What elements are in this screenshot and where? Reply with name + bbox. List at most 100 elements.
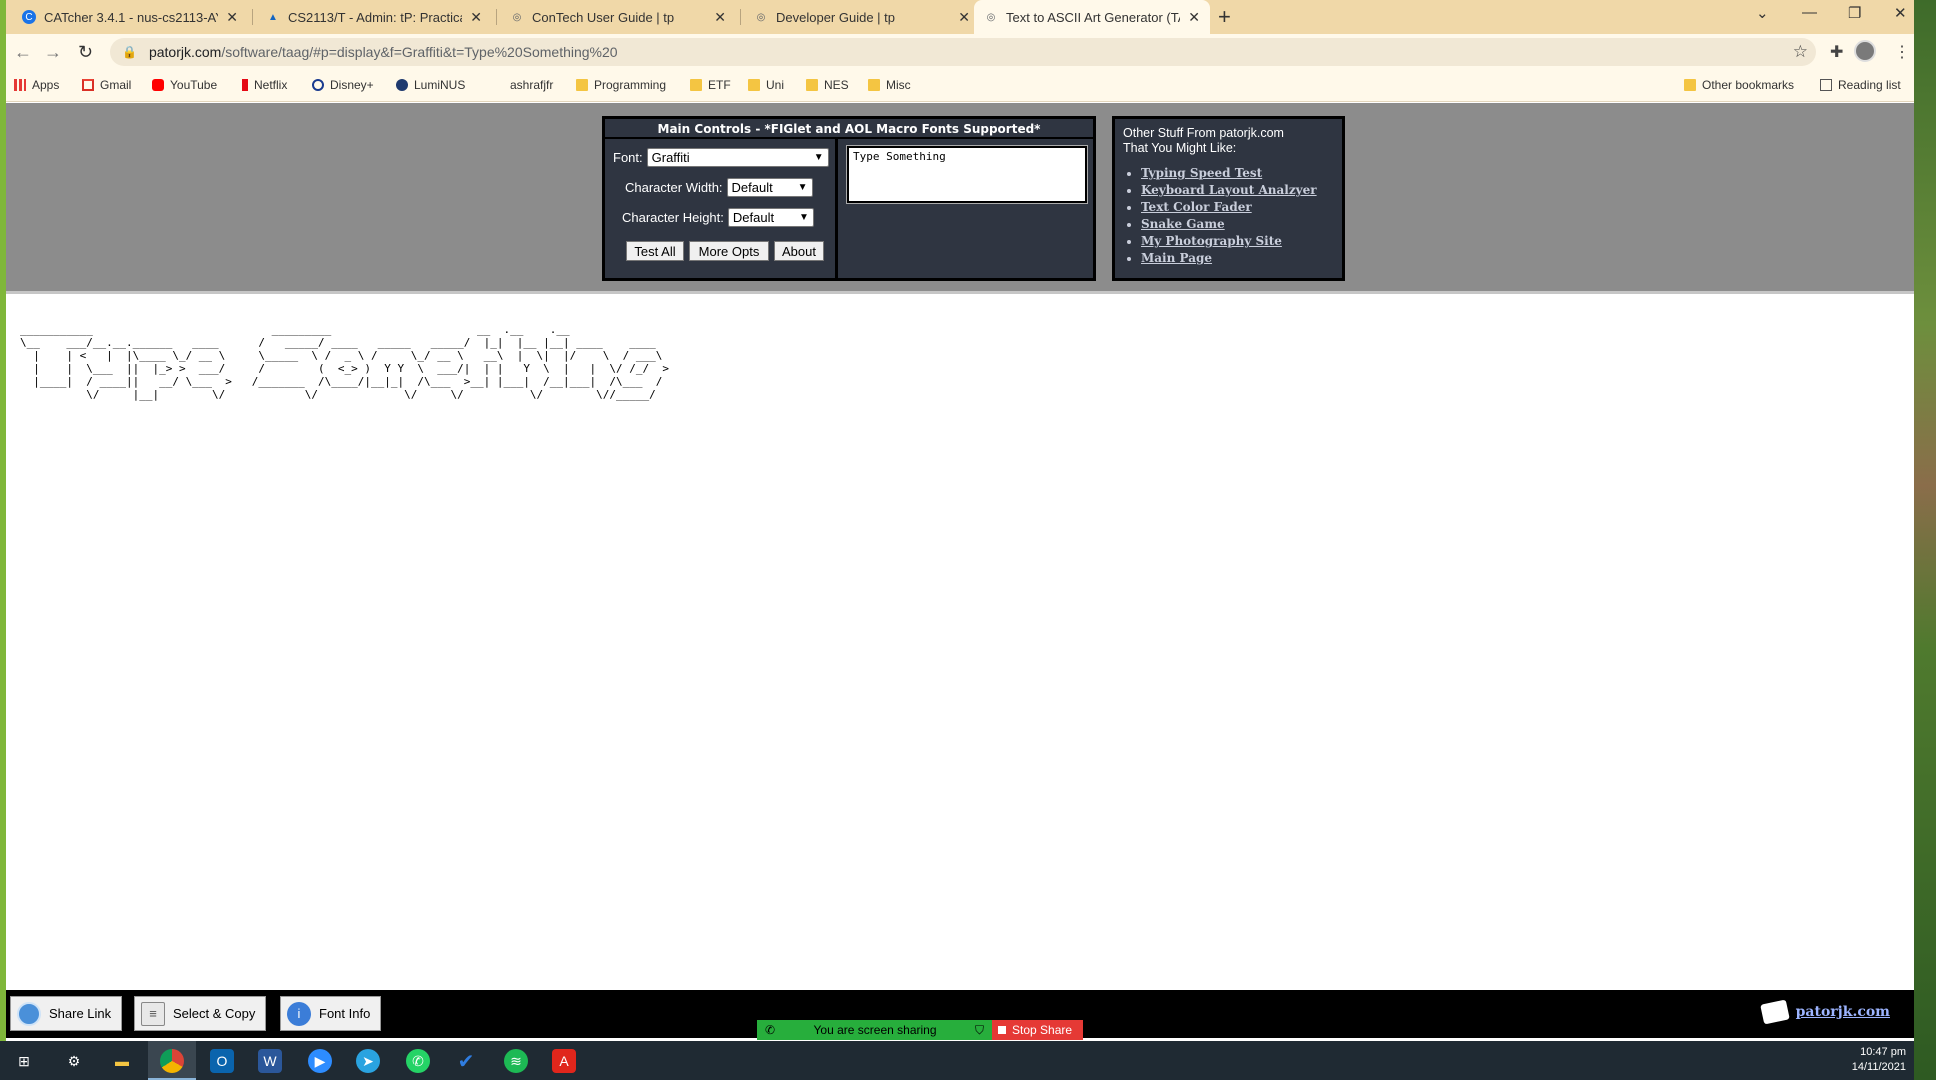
list-item: Keyboard Layout Analzyer <box>1141 182 1334 199</box>
tab-taag-active[interactable]: ◎ Text to ASCII Art Generator (TAAG ✕ <box>974 0 1210 34</box>
test-all-button[interactable]: Test All <box>626 241 684 261</box>
screen-share-bar: ✆ You are screen sharing ⛉ Stop Share <box>757 1020 1083 1040</box>
bookmark-folder-programming[interactable]: Programming <box>576 78 666 92</box>
chrome-menu-icon[interactable]: ⋮ <box>1894 42 1910 62</box>
profile-avatar[interactable] <box>1854 40 1876 62</box>
brand-label: patorjk.com <box>1795 1004 1890 1020</box>
settings-gear-icon[interactable]: ⚙ <box>62 1049 86 1073</box>
close-tab-icon[interactable]: ✕ <box>714 9 726 26</box>
system-clock[interactable]: 10:47 pm 14/11/2021 <box>1852 1045 1906 1075</box>
address-bar[interactable]: 🔒 patorjk.com/software/taag/#p=display&f… <box>110 38 1816 66</box>
other-stuff-header-line: Other Stuff From patorjk.com <box>1123 126 1284 140</box>
height-select[interactable]: Default ▼ <box>727 208 814 227</box>
width-select[interactable]: Default ▼ <box>726 178 813 197</box>
ascii-art-output[interactable]: ___________ _________ __ .__ .__ \__ ___… <box>20 323 689 401</box>
close-tab-icon[interactable]: ✕ <box>1188 9 1200 26</box>
new-tab-button[interactable]: + <box>1218 4 1231 30</box>
link-photography-site[interactable]: My Photography Site <box>1141 234 1282 248</box>
width-select-value: Default <box>731 180 773 195</box>
width-label: Character Width: <box>625 180 723 195</box>
list-item: Text Color Fader <box>1141 199 1334 216</box>
tab-search-chevron-icon[interactable]: ⌄ <box>1756 4 1769 22</box>
minimize-button[interactable]: — <box>1802 4 1817 21</box>
restore-button[interactable]: ❐ <box>1848 4 1861 22</box>
bookmark-star-icon[interactable]: ☆ <box>1793 42 1808 62</box>
folder-icon <box>806 79 818 91</box>
other-stuff-links: Typing Speed Test Keyboard Layout Analzy… <box>1123 165 1334 267</box>
bookmark-netflix[interactable]: Netflix <box>242 78 287 92</box>
patorjk-brand-link[interactable]: patorjk.com <box>1759 999 1890 1025</box>
bookmark-folder-misc[interactable]: Misc <box>868 78 911 92</box>
link-snake-game[interactable]: Snake Game <box>1141 217 1225 231</box>
page-content: Main Controls - *FIGlet and AOL Macro Fo… <box>6 103 1914 1041</box>
lock-icon: 🔒 <box>122 45 137 59</box>
bookmark-youtube[interactable]: YouTube <box>152 78 217 92</box>
link-typing-speed-test[interactable]: Typing Speed Test <box>1141 166 1262 180</box>
word-icon[interactable]: W <box>258 1049 282 1073</box>
tab-cs2113-admin[interactable]: ▲ CS2113/T - Admin: tP: Practical E ✕ <box>256 0 492 34</box>
back-arrow-icon[interactable]: ← <box>14 42 32 63</box>
font-select[interactable]: Graffiti ▼ <box>646 148 829 167</box>
folder-icon <box>1684 79 1696 91</box>
other-stuff-header: Other Stuff From patorjk.com That You Mi… <box>1123 126 1334 156</box>
todo-check-icon[interactable]: ✔ <box>454 1049 478 1073</box>
link-text-color-fader[interactable]: Text Color Fader <box>1141 200 1252 214</box>
list-item: Snake Game <box>1141 216 1334 233</box>
chrome-icon[interactable] <box>160 1049 184 1073</box>
close-window-button[interactable]: ✕ <box>1894 4 1907 22</box>
reload-icon[interactable]: ↻ <box>78 42 93 63</box>
outlook-icon[interactable]: O <box>210 1049 234 1073</box>
height-label: Character Height: <box>622 210 724 225</box>
bookmark-apps[interactable]: Apps <box>14 78 59 92</box>
zoom-icon[interactable]: ▶ <box>308 1049 332 1073</box>
url-host: patorjk.com <box>148 44 222 60</box>
tab-catcher[interactable]: C CATcher 3.4.1 - nus-cs2113-AY21 ✕ <box>12 0 248 34</box>
spotify-icon[interactable]: ≋ <box>504 1049 528 1073</box>
other-bookmarks[interactable]: Other bookmarks <box>1684 78 1794 92</box>
bookmark-folder-uni[interactable]: Uni <box>748 78 784 92</box>
bookmark-folder-etf[interactable]: ETF <box>690 78 731 92</box>
reading-list-icon <box>1820 79 1832 91</box>
about-button[interactable]: About <box>774 241 824 261</box>
chevron-down-icon: ▼ <box>813 152 824 163</box>
bookmark-label: ETF <box>708 78 731 92</box>
windows-start-icon[interactable]: ⊞ <box>12 1049 36 1073</box>
chevron-down-icon: ▼ <box>797 182 808 193</box>
text-input[interactable]: Type Something <box>846 145 1088 204</box>
share-bubble-icon <box>17 1001 41 1026</box>
bookmark-luminus[interactable]: LumiNUS <box>396 78 465 92</box>
font-info-button[interactable]: i Font Info <box>280 996 382 1031</box>
windows-taskbar: ⊞ ⚙ ▬ O W ▶ ➤ ✆ ✔ ≋ A 10:47 pm 14/11/202… <box>0 1041 1914 1080</box>
patorjk-logo <box>1759 999 1790 1025</box>
whatsapp-icon[interactable]: ✆ <box>406 1049 430 1073</box>
netflix-icon <box>242 79 248 91</box>
close-tab-icon[interactable]: ✕ <box>226 9 238 26</box>
link-keyboard-layout-analyzer[interactable]: Keyboard Layout Analzyer <box>1141 183 1317 197</box>
info-icon: i <box>287 1001 311 1026</box>
reading-list[interactable]: Reading list <box>1820 78 1901 92</box>
bookmark-label: NES <box>824 78 849 92</box>
file-explorer-icon[interactable]: ▬ <box>110 1049 134 1073</box>
stop-share-button[interactable]: Stop Share <box>992 1020 1083 1040</box>
close-tab-icon[interactable]: ✕ <box>958 9 970 26</box>
link-main-page[interactable]: Main Page <box>1141 251 1212 265</box>
bookmark-gmail[interactable]: Gmail <box>82 78 131 92</box>
extensions-puzzle-icon[interactable]: ✚ <box>1830 42 1843 62</box>
tab-developer-guide[interactable]: ◎ Developer Guide | tp ✕ <box>744 0 980 34</box>
bookmark-label: YouTube <box>170 78 218 92</box>
select-copy-label: Select & Copy <box>173 1006 256 1021</box>
bookmark-label: Disney+ <box>330 78 374 92</box>
telegram-icon[interactable]: ➤ <box>356 1049 380 1073</box>
bookmark-folder-nes[interactable]: NES <box>806 78 849 92</box>
bookmark-disney[interactable]: Disney+ <box>312 78 374 92</box>
share-link-button[interactable]: Share Link <box>10 996 123 1031</box>
close-tab-icon[interactable]: ✕ <box>470 9 482 26</box>
select-copy-button[interactable]: ≡ Select & Copy <box>134 996 267 1031</box>
more-opts-button[interactable]: More Opts <box>689 241 769 261</box>
forward-arrow-icon[interactable]: → <box>44 42 62 63</box>
bookmark-ashrafjfr[interactable]: ashrafjfr <box>492 78 553 92</box>
url-path: /software/taag/#p=display&f=Graffiti&t=T… <box>221 44 618 60</box>
list-item: My Photography Site <box>1141 233 1334 250</box>
tab-contech-ug[interactable]: ◎ ConTech User Guide | tp ✕ <box>500 0 736 34</box>
acrobat-icon[interactable]: A <box>552 1049 576 1073</box>
